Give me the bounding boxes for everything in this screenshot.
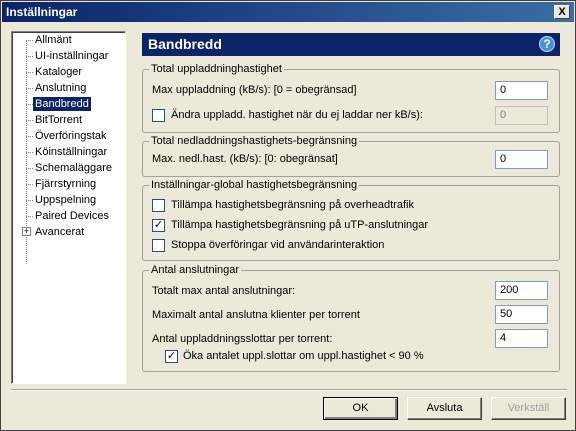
max-download-input[interactable]: 0 (495, 150, 548, 169)
tree-item-paired-devices[interactable]: Paired Devices (33, 209, 111, 223)
title-bar: Inställningar X (2, 2, 574, 22)
boost-slots-label: Öka antalet uppl.slottar om uppl.hastigh… (183, 350, 424, 362)
tree-branch (26, 56, 33, 57)
tree-item-schemalaggare[interactable]: Schemaläggare (33, 161, 114, 175)
ok-button[interactable]: OK (323, 397, 398, 420)
tree-item-anslutning[interactable]: Anslutning (33, 81, 88, 95)
tree-item-kataloger[interactable]: Kataloger (33, 65, 84, 79)
utp-checkbox[interactable]: ✓ (152, 219, 165, 232)
max-download-label: Max. nedl.hast. (kB/s): [0: obegränsat] (152, 153, 338, 165)
group-legend: Inställningar-global hastighetsbegränsni… (151, 179, 358, 191)
tree-branch (26, 200, 33, 201)
tree-item-overforingstak[interactable]: Överföringstak (33, 129, 109, 143)
stop-on-interaction-checkbox[interactable] (152, 239, 165, 252)
tree-branch (26, 104, 33, 105)
tree-branch (26, 40, 33, 41)
tree-item-avancerat[interactable]: Avancerat (33, 225, 86, 239)
alt-upload-label: Ändra uppladd. hastighet när du ej ladda… (171, 109, 423, 121)
per-torrent-label: Maximalt antal anslutna klienter per tor… (152, 309, 360, 321)
per-torrent-input[interactable]: 50 (495, 305, 548, 324)
page-header: Bandbredd ? (142, 33, 560, 56)
total-connections-label: Totalt max antal anslutningar: (152, 285, 296, 297)
page-title: Bandbredd (148, 36, 222, 52)
upload-slots-label: Antal uppladdningsslottar per torrent: (152, 333, 333, 345)
tree-branch (26, 88, 33, 89)
overhead-checkbox[interactable] (152, 199, 165, 212)
help-icon[interactable]: ? (539, 36, 555, 52)
settings-tree[interactable]: Allmänt UI-inställningar Kataloger Anslu… (11, 31, 126, 384)
boost-slots-checkbox[interactable]: ✓ (165, 350, 178, 363)
tree-item-bandbredd[interactable]: Bandbredd (33, 97, 91, 111)
total-connections-input[interactable]: 200 (495, 281, 548, 300)
tree-branch (26, 120, 33, 121)
stop-on-interaction-label: Stoppa överföringar vid användarinterakt… (171, 239, 385, 251)
tree-branch (26, 136, 33, 137)
tree-branch (26, 72, 33, 73)
overhead-label: Tillämpa hastighetsbegränsning på overhe… (171, 199, 414, 211)
alt-upload-checkbox[interactable] (152, 109, 165, 122)
tree-item-bittorrent[interactable]: BitTorrent (33, 113, 84, 127)
tree-item-koinstallningar[interactable]: Köinställningar (33, 145, 109, 159)
footer-separator (11, 389, 567, 391)
tree-branch (26, 152, 33, 153)
close-icon[interactable]: X (554, 5, 570, 19)
expand-plus-icon[interactable]: + (22, 227, 31, 236)
cancel-button[interactable]: Avsluta (407, 397, 482, 420)
utp-label: Tillämpa hastighetsbegränsning på uTP-an… (171, 219, 429, 231)
max-upload-input[interactable]: 0 (495, 81, 548, 100)
apply-button[interactable]: Verkställ (491, 397, 566, 420)
group-legend: Antal anslutningar (151, 264, 240, 276)
tree-branch (26, 216, 33, 217)
tree-item-allmant[interactable]: Allmänt (33, 33, 74, 47)
tree-item-ui-installningar[interactable]: UI-inställningar (33, 49, 110, 63)
tree-branch (26, 184, 33, 185)
settings-dialog: Inställningar X Allmänt UI-inställningar… (0, 0, 576, 431)
alt-upload-input[interactable]: 0 (495, 106, 548, 125)
group-legend: Total uppladdninghastighet (151, 63, 282, 75)
tree-branch (26, 168, 33, 169)
upload-slots-input[interactable]: 4 (495, 329, 548, 348)
max-upload-label: Max uppladdning (kB/s): [0 = obegränsad] (152, 84, 357, 96)
group-legend: Total nedladdningshastighets-begränsning (151, 135, 358, 147)
tree-item-fjarrstyrning[interactable]: Fjärrstyrning (33, 177, 98, 191)
window-title: Inställningar (6, 5, 78, 19)
tree-item-uppspelning[interactable]: Uppspelning (33, 193, 98, 207)
